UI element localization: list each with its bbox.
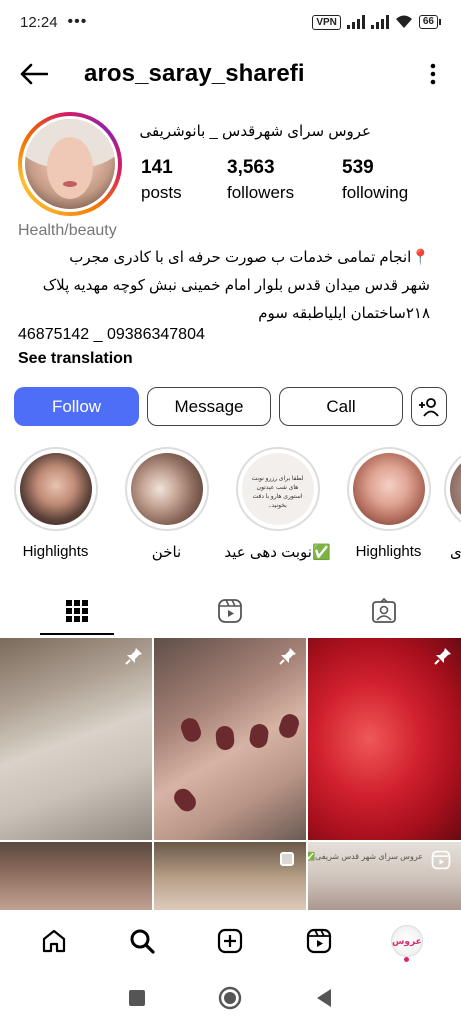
nav-avatar-text: عروس bbox=[391, 935, 422, 946]
signal-icon-2 bbox=[370, 15, 389, 29]
back-arrow-icon[interactable] bbox=[18, 58, 50, 90]
page-title-username: aros_saray_sharefi bbox=[84, 60, 305, 87]
profile-stats: 141 posts 3,563 followers 539 following bbox=[141, 156, 408, 206]
suggested-users-button[interactable] bbox=[411, 387, 447, 426]
see-translation-link[interactable]: See translation bbox=[18, 350, 133, 368]
more-options-icon[interactable] bbox=[423, 58, 443, 90]
stat-label: followers bbox=[227, 183, 295, 202]
grid-post[interactable]: عروس سرای شهر قدس شریفی✅ bbox=[308, 842, 461, 914]
profile-phone: 46875142 _ 09386347804 bbox=[18, 326, 205, 343]
nav-profile-avatar: عروس bbox=[390, 925, 423, 957]
highlight-cover bbox=[352, 453, 425, 525]
highlight-item[interactable]: لطفا برای رزرو نوبت های شب عیدتون استوری… bbox=[222, 447, 333, 567]
stat-value: 141 bbox=[141, 157, 173, 178]
highlight-cover: لطفا برای رزرو نوبت های شب عیدتون استوری… bbox=[241, 453, 314, 525]
stat-followers[interactable]: 3,563 followers bbox=[227, 156, 342, 206]
highlight-label: ی bbox=[450, 544, 461, 561]
carousel-icon bbox=[280, 852, 294, 866]
bio-line: 📍انجام تمامی خدمات ب صورت حرفه ای با کاد… bbox=[69, 249, 430, 266]
highlight-label: Highlights bbox=[22, 543, 89, 560]
profile-full-name: عروس سرای شهرقدس _ بانوشریفی bbox=[139, 123, 371, 140]
grid-post[interactable] bbox=[308, 638, 461, 840]
post-caption: عروس سرای شهر قدس شریفی✅ bbox=[308, 852, 423, 861]
tab-tagged[interactable] bbox=[307, 587, 461, 635]
highlight-card-text: لطفا برای رزرو نوبت های شب عیدتون استوری… bbox=[251, 476, 304, 509]
reel-icon bbox=[431, 850, 451, 870]
nav-home[interactable] bbox=[31, 918, 77, 964]
triangle-back-icon bbox=[317, 989, 332, 1007]
story-highlights: Highlights ناخن لطفا برای رزرو نوبت های … bbox=[0, 447, 461, 567]
grid-post[interactable] bbox=[0, 638, 152, 840]
highlight-item[interactable]: ی bbox=[444, 447, 461, 567]
profile-category: Health/beauty bbox=[18, 222, 117, 239]
square-icon bbox=[128, 990, 145, 1006]
highlight-label: ناخن bbox=[151, 544, 182, 561]
profile-tabs bbox=[0, 587, 461, 635]
bottom-navigation: عروس bbox=[0, 910, 461, 972]
status-bar: 12:24 ••• VPN 66 bbox=[0, 0, 461, 44]
stat-following[interactable]: 539 following bbox=[342, 156, 408, 206]
highlight-label: نوبت دهی عید✅ bbox=[224, 544, 331, 561]
system-navigation bbox=[0, 972, 461, 1024]
reels-icon bbox=[306, 928, 331, 954]
highlight-label: Highlights bbox=[355, 543, 422, 560]
nav-search[interactable] bbox=[119, 918, 165, 964]
more-notifications-icon: ••• bbox=[67, 13, 88, 30]
follow-button[interactable]: Follow bbox=[14, 387, 139, 426]
pinned-icon bbox=[434, 648, 451, 665]
circle-icon bbox=[219, 986, 242, 1010]
highlight-cover bbox=[19, 453, 92, 525]
battery-level: 66 bbox=[418, 15, 438, 29]
nav-profile[interactable]: عروس bbox=[384, 918, 430, 964]
wifi-icon bbox=[395, 15, 412, 28]
grid-icon bbox=[65, 600, 88, 622]
pinned-icon bbox=[279, 648, 296, 665]
profile-header: aros_saray_sharefi bbox=[0, 50, 461, 98]
notification-dot bbox=[404, 957, 410, 962]
bio-line: ۲۱۸ساختمان ایلیاطبقه سوم bbox=[258, 305, 430, 322]
nav-reels[interactable] bbox=[296, 918, 342, 964]
battery-icon: 66 bbox=[418, 15, 441, 29]
highlight-cover bbox=[130, 453, 203, 525]
bio-line: شهر قدس میدان قدس بلوار امام خمینی نبش ک… bbox=[42, 277, 430, 294]
home-icon bbox=[42, 929, 66, 953]
recent-apps-button[interactable] bbox=[122, 983, 152, 1013]
highlight-item[interactable]: Highlights bbox=[0, 447, 111, 567]
stat-posts[interactable]: 141 posts bbox=[141, 156, 227, 206]
nav-create[interactable] bbox=[207, 918, 253, 964]
back-system-button[interactable] bbox=[309, 983, 339, 1013]
grid-post[interactable] bbox=[154, 638, 306, 840]
search-icon bbox=[130, 929, 155, 954]
reels-icon bbox=[218, 599, 243, 623]
create-post-icon bbox=[218, 928, 243, 954]
post-grid: عروس سرای شهر قدس شریفی✅ bbox=[0, 638, 461, 914]
stat-value: 539 bbox=[342, 157, 374, 178]
stat-label: following bbox=[342, 183, 409, 202]
home-system-button[interactable] bbox=[215, 983, 245, 1013]
message-button[interactable]: Message bbox=[147, 387, 271, 426]
stat-label: posts bbox=[141, 183, 182, 202]
profile-actions: Follow Message Call bbox=[14, 387, 447, 426]
avatar-photo bbox=[25, 119, 115, 209]
tagged-person-icon bbox=[372, 598, 396, 623]
call-button[interactable]: Call bbox=[279, 387, 403, 426]
highlight-item[interactable]: Highlights bbox=[333, 447, 444, 567]
stat-value: 3,563 bbox=[227, 157, 275, 178]
vpn-icon: VPN bbox=[312, 14, 341, 30]
pinned-icon bbox=[125, 648, 142, 665]
status-time: 12:24 bbox=[20, 13, 58, 31]
tab-posts-grid[interactable] bbox=[0, 587, 154, 635]
highlight-item[interactable]: ناخن bbox=[111, 447, 222, 567]
profile-bio: 📍انجام تمامی خدمات ب صورت حرفه ای با کاد… bbox=[18, 244, 430, 328]
highlight-cover bbox=[450, 453, 461, 525]
signal-icon bbox=[346, 15, 365, 29]
grid-post[interactable] bbox=[0, 842, 152, 914]
add-person-icon bbox=[419, 397, 439, 417]
grid-post[interactable] bbox=[154, 842, 306, 914]
tab-reels[interactable] bbox=[154, 587, 308, 635]
profile-avatar[interactable] bbox=[18, 112, 122, 216]
